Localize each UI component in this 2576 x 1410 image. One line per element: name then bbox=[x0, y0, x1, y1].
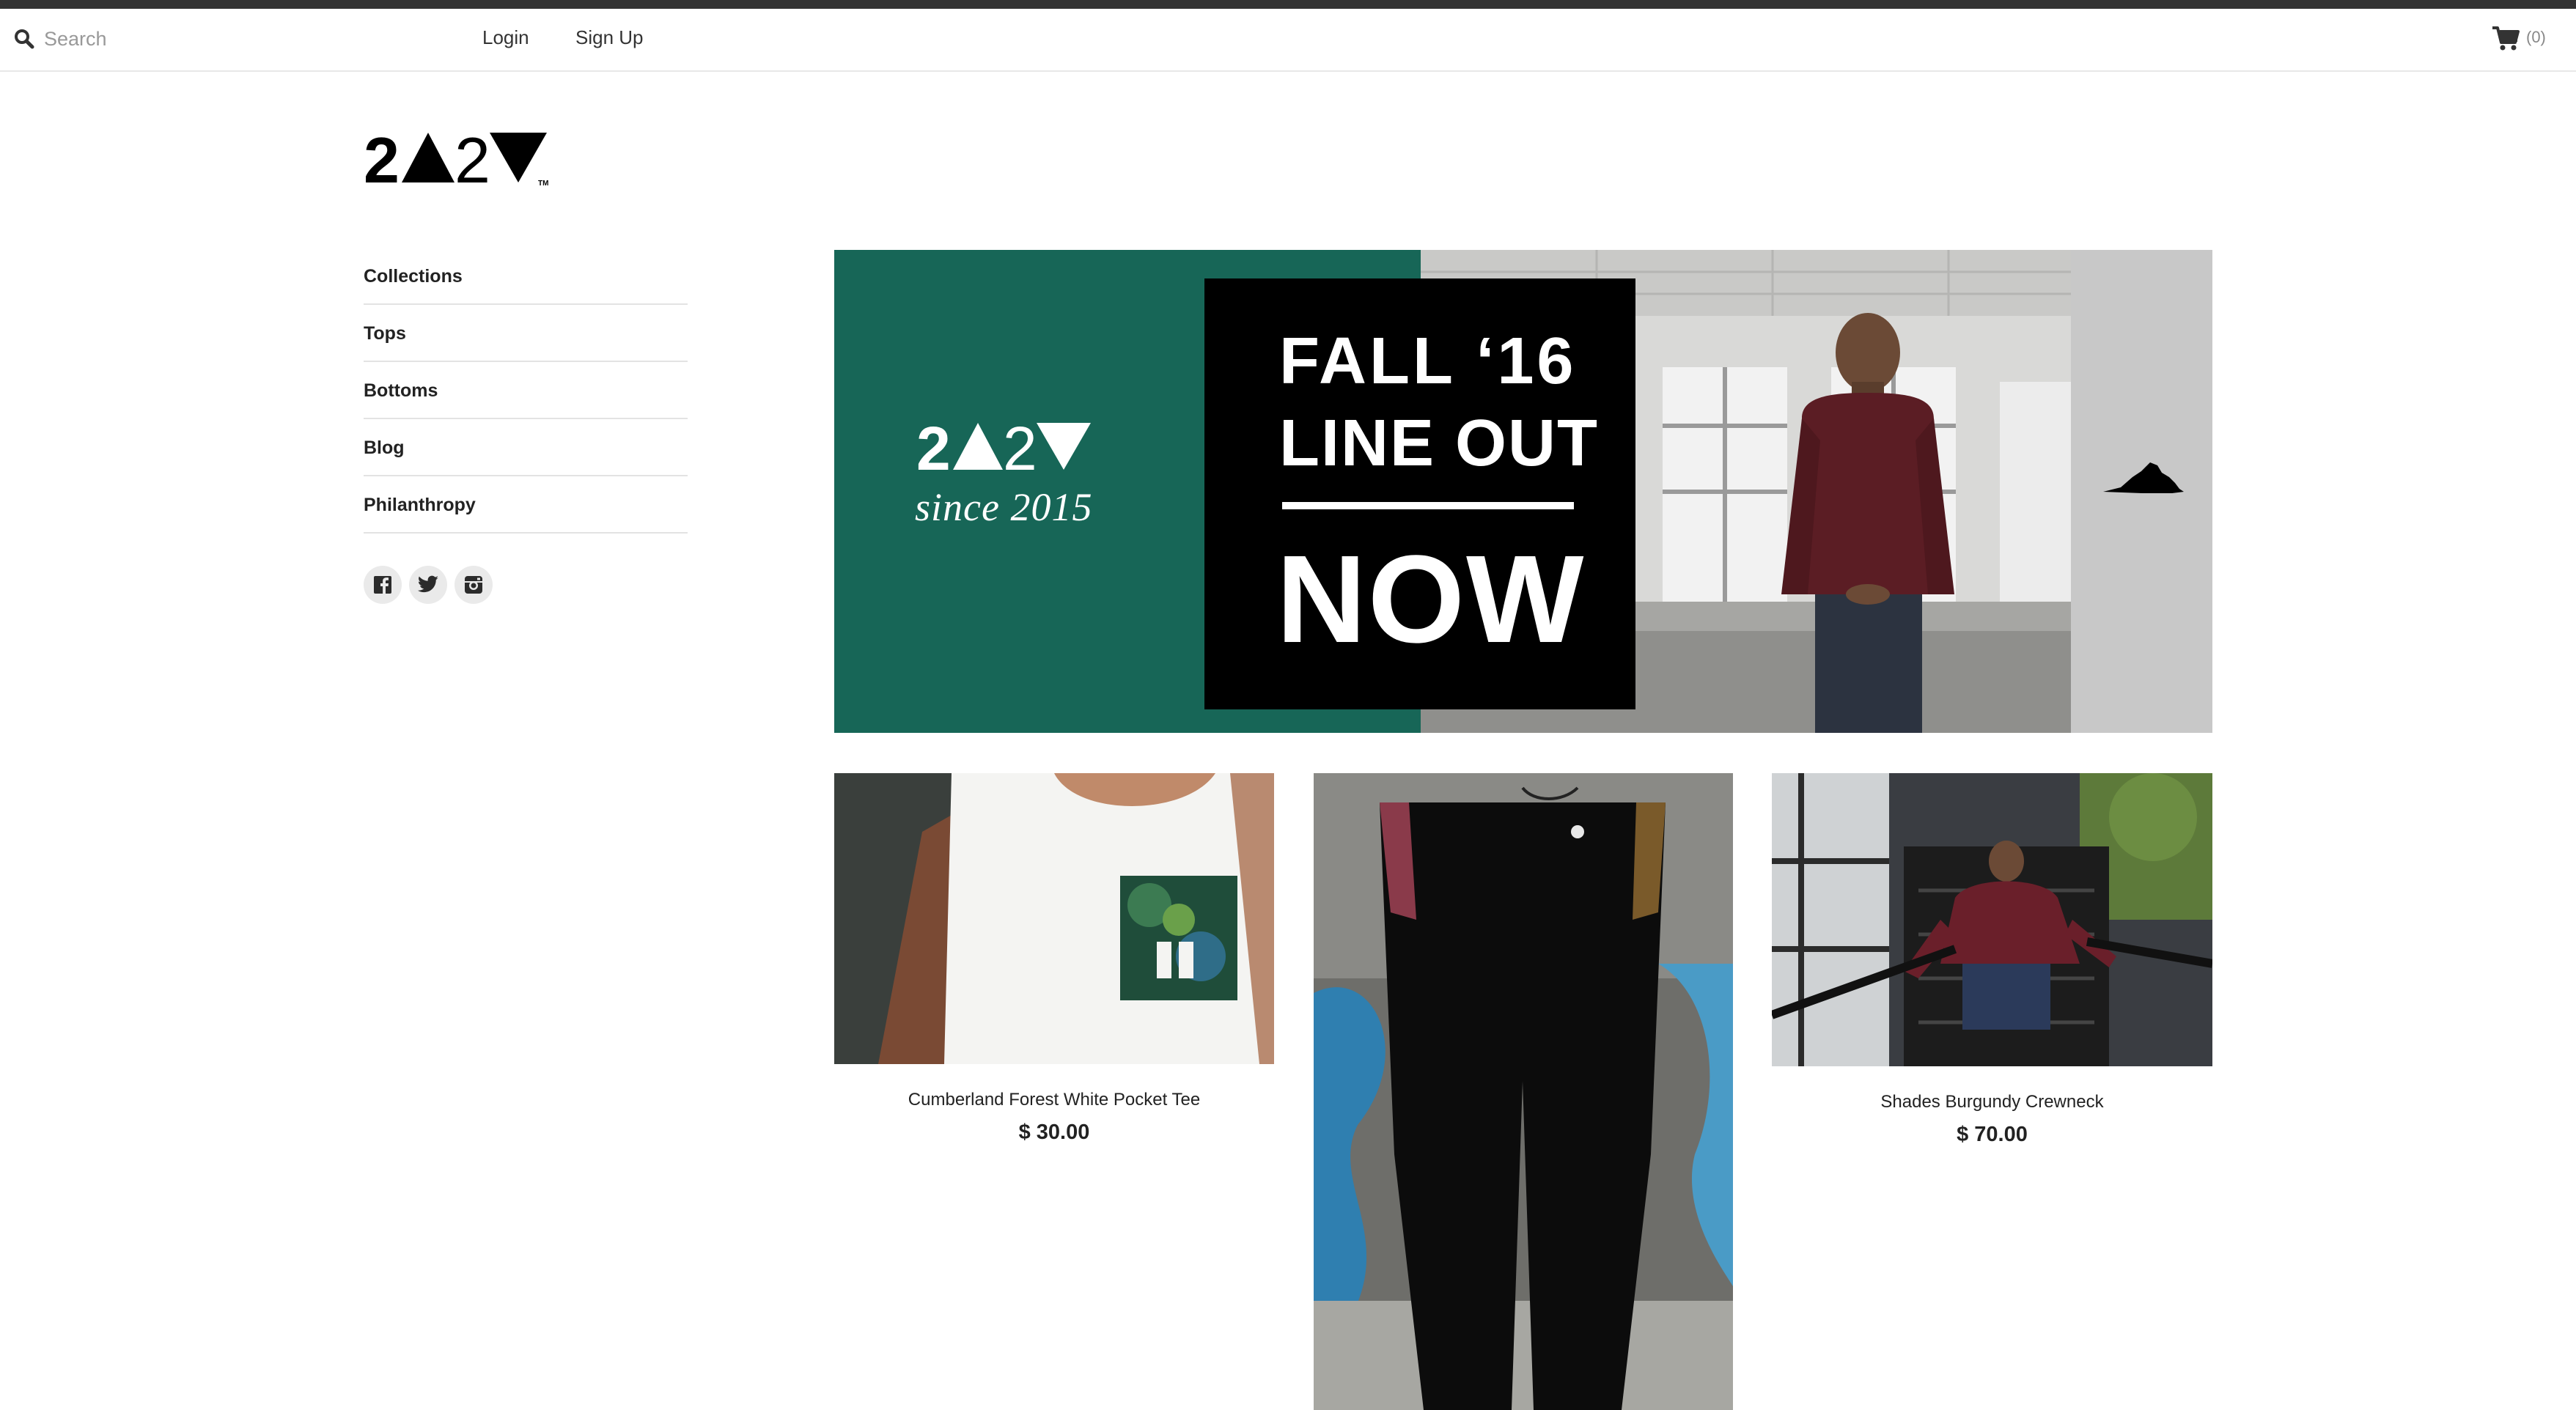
instagram-link[interactable] bbox=[455, 566, 493, 604]
top-bar: Login Sign Up (0) bbox=[0, 9, 2576, 72]
login-link[interactable]: Login bbox=[482, 26, 529, 49]
sidebar-item-tops[interactable]: Tops bbox=[364, 306, 688, 362]
facebook-link[interactable] bbox=[364, 566, 402, 604]
product-price: $ 70.00 bbox=[1957, 1123, 2028, 1146]
virginia-state-icon bbox=[2103, 462, 2184, 493]
svg-text:2: 2 bbox=[455, 128, 490, 187]
hero-gray-panel bbox=[2071, 250, 2212, 733]
twitter-link[interactable] bbox=[409, 566, 447, 604]
product-image[interactable] bbox=[1772, 773, 2212, 1066]
brand-logo[interactable]: 2 2 TM bbox=[364, 128, 556, 187]
hero-announcement-box: FALL ‘16 LINE OUT NOW bbox=[1204, 278, 1635, 709]
hero-headline-line: LINE OUT bbox=[1279, 407, 1599, 480]
svg-text:2: 2 bbox=[916, 417, 951, 476]
signup-link[interactable]: Sign Up bbox=[575, 26, 644, 49]
svg-text:2: 2 bbox=[1003, 417, 1037, 476]
twitter-icon bbox=[417, 575, 438, 593]
product-title[interactable]: Shades Burgundy Crewneck bbox=[1772, 1092, 2212, 1112]
hero-headline-now: NOW bbox=[1276, 530, 1586, 669]
sidebar-item-collections[interactable]: Collections bbox=[364, 249, 688, 305]
sidebar-item-bottoms[interactable]: Bottoms bbox=[364, 363, 688, 419]
social-links bbox=[364, 566, 493, 604]
product-image[interactable] bbox=[1314, 773, 1733, 1410]
sidebar-item-blog[interactable]: Blog bbox=[364, 421, 688, 476]
hero-since-text: since 2015 bbox=[915, 485, 1093, 529]
top-accent-bar bbox=[0, 0, 2576, 9]
search-input[interactable] bbox=[43, 23, 427, 54]
product-image[interactable] bbox=[834, 773, 1274, 1064]
facebook-icon bbox=[374, 576, 391, 594]
product-card[interactable]: Shades Burgundy Crewneck $ 70.00 bbox=[1772, 773, 2212, 1154]
instagram-icon bbox=[465, 576, 482, 594]
product-card[interactable] bbox=[1314, 773, 1733, 1410]
svg-text:2: 2 bbox=[364, 128, 400, 187]
hero-headline-season: FALL ‘16 bbox=[1279, 325, 1577, 398]
search-icon[interactable] bbox=[13, 28, 35, 50]
cart-count[interactable]: (0) bbox=[2526, 28, 2546, 47]
trademark-mark: TM bbox=[538, 180, 548, 187]
hero-banner[interactable]: 2 2 since 2015 FALL ‘16 LINE OUT NOW bbox=[834, 250, 2212, 733]
sidebar-item-philanthropy[interactable]: Philanthropy bbox=[364, 478, 688, 534]
hero-divider bbox=[1282, 502, 1574, 509]
product-title[interactable]: Cumberland Forest White Pocket Tee bbox=[834, 1090, 1274, 1110]
product-card[interactable]: Cumberland Forest White Pocket Tee $ 30.… bbox=[834, 773, 1274, 1154]
hero-brand-mark: 2 2 bbox=[916, 417, 1091, 476]
cart-icon[interactable] bbox=[2491, 25, 2520, 51]
sidebar-nav: Collections Tops Bottoms Blog Philanthro… bbox=[364, 249, 688, 534]
product-price: $ 30.00 bbox=[1018, 1121, 1090, 1144]
